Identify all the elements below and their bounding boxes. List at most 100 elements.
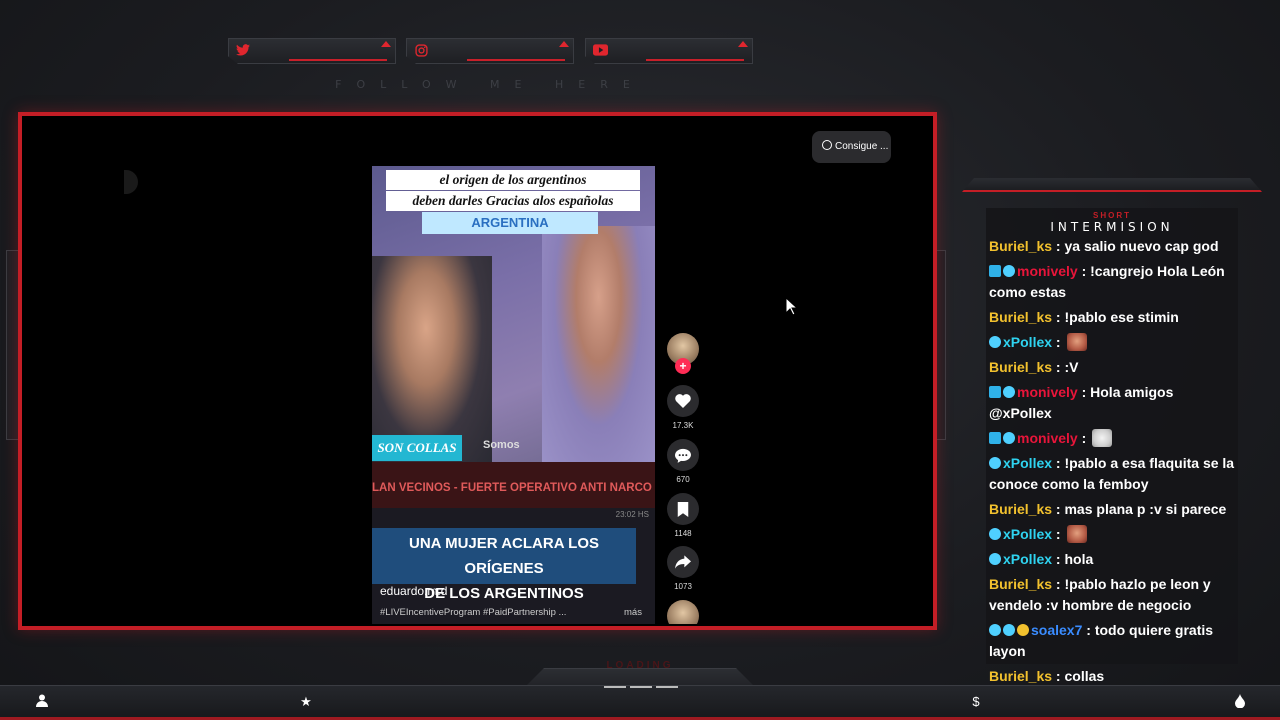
chat-username[interactable]: xPollex xyxy=(1003,551,1052,567)
follow-plus-icon[interactable]: + xyxy=(675,358,691,374)
instagram-icon xyxy=(413,44,429,58)
triangle-icon xyxy=(381,41,391,47)
chat-text: : xyxy=(1077,430,1087,446)
news-ticker-text: LAN VECINOS - FUERTE OPERATIVO ANTI NARC… xyxy=(372,482,655,494)
badge-gem-icon xyxy=(1003,432,1015,444)
chat-username[interactable]: Buriel_ks xyxy=(989,501,1052,517)
bookmark-icon xyxy=(667,493,699,525)
chat-subtitle: SHORT xyxy=(1093,211,1131,220)
chat-username[interactable]: xPollex xyxy=(1003,334,1052,350)
chat-text: : mas plana p :v si parece xyxy=(1052,501,1227,517)
video-hashtags[interactable]: #LIVEIncentiveProgram #PaidPartnership .… xyxy=(380,607,566,618)
chat-message: xPollex : hola xyxy=(989,549,1239,570)
video-person-right xyxy=(542,226,655,462)
follow-label: FOLLOW ME HERE xyxy=(335,78,645,91)
instagram-link[interactable] xyxy=(406,38,574,64)
chat-message: Buriel_ks : ya salio nuevo cap god xyxy=(989,236,1239,257)
twitter-icon xyxy=(235,44,251,58)
youtube-link[interactable] xyxy=(585,38,753,64)
badge-gem-icon xyxy=(989,553,1001,565)
chat-message: Buriel_ks : !pablo hazlo pe leon y vende… xyxy=(989,574,1239,616)
chat-username[interactable]: monively xyxy=(1017,430,1078,446)
triangle-icon xyxy=(738,41,748,47)
chat-message: Buriel_ks : !pablo ese stimin xyxy=(989,307,1239,328)
bottom-dash xyxy=(656,686,678,688)
get-app-label: Consigue ... xyxy=(835,141,889,152)
save-count: 1148 xyxy=(674,529,692,538)
more-link[interactable]: más xyxy=(624,607,642,618)
youtube-icon xyxy=(592,44,608,58)
face-emote xyxy=(1066,333,1087,351)
chat-panel: SHORT INTERMISION Buriel_ks : ya salio n… xyxy=(986,208,1238,684)
chat-message: xPollex : xyxy=(989,524,1239,545)
mouse-cursor-icon xyxy=(786,298,798,316)
chat-message: xPollex : xyxy=(989,332,1239,353)
get-app-icon xyxy=(822,140,832,150)
tiktok-video[interactable]: el origen de los argentinos deben darles… xyxy=(372,166,655,624)
chat-username[interactable]: xPollex xyxy=(1003,455,1052,471)
chat-username[interactable]: Buriel_ks xyxy=(989,576,1052,592)
chat-message-list: Buriel_ks : ya salio nuevo cap god monive… xyxy=(989,236,1239,691)
video-headline: UNA MUJER ACLARA LOS ORÍGENES DE LOS ARG… xyxy=(372,528,636,602)
chat-username[interactable]: monively xyxy=(1017,263,1078,279)
creator-avatar-button[interactable]: + xyxy=(664,333,702,374)
video-caption-line1: el origen de los argentinos xyxy=(386,170,640,190)
chat-username[interactable]: soalex7 xyxy=(1031,622,1082,638)
star-icon[interactable]: ★ xyxy=(298,694,314,710)
user-icon[interactable] xyxy=(34,694,50,710)
badge-gem-icon xyxy=(989,528,1001,540)
like-button[interactable]: 17.3K xyxy=(664,385,702,430)
share-count: 1073 xyxy=(674,582,692,591)
badge-arrow-icon xyxy=(989,265,1001,277)
video-headline-line1: UNA MUJER ACLARA LOS ORÍGENES xyxy=(409,535,599,577)
badge-arrow-icon xyxy=(989,432,1001,444)
twitter-link[interactable] xyxy=(228,38,396,64)
chat-message: Buriel_ks : :V xyxy=(989,357,1239,378)
bottom-dash xyxy=(604,686,626,688)
badge-gem-icon xyxy=(1003,386,1015,398)
chat-text: : :V xyxy=(1052,359,1079,375)
like-count: 17.3K xyxy=(672,421,694,430)
chat-username[interactable]: Buriel_ks xyxy=(989,309,1052,325)
chat-text: : collas xyxy=(1052,668,1105,684)
get-app-button[interactable]: Consigue ... xyxy=(812,131,891,163)
badge-gem-icon xyxy=(989,336,1001,348)
chat-text: : ya salio nuevo cap god xyxy=(1052,238,1219,254)
chat-message: soalex7 : todo quiere gratis layon xyxy=(989,620,1239,662)
chat-text: : hola xyxy=(1052,551,1094,567)
heart-icon xyxy=(667,385,699,417)
chat-message: xPollex : !pablo a esa flaquita se la co… xyxy=(989,453,1239,495)
chat-header-ornament xyxy=(962,178,1262,192)
dollar-icon[interactable]: $ xyxy=(968,694,984,710)
chat-message: monively : xyxy=(989,428,1239,449)
video-author[interactable]: eduardo.m.d xyxy=(380,584,447,598)
flame-icon[interactable] xyxy=(1232,694,1248,710)
comment-button[interactable]: 670 xyxy=(664,439,702,484)
share-button[interactable]: 1073 xyxy=(664,546,702,591)
next-avatar[interactable] xyxy=(664,600,702,624)
chat-username[interactable]: Buriel_ks xyxy=(989,238,1052,254)
chat-title: INTERMISION xyxy=(1050,220,1174,234)
bottom-bar xyxy=(0,685,1280,720)
chat-username[interactable]: monively xyxy=(1017,384,1078,400)
video-person-left xyxy=(372,256,492,462)
triangle-icon xyxy=(559,41,569,47)
son-collas-label: SON COLLAS xyxy=(372,435,462,461)
chat-text: : xyxy=(1052,334,1061,350)
chat-username[interactable]: xPollex xyxy=(1003,526,1052,542)
badge-arrow-icon xyxy=(989,386,1001,398)
chat-username[interactable]: Buriel_ks xyxy=(989,668,1052,684)
chat-username[interactable]: Buriel_ks xyxy=(989,359,1052,375)
cat-emote xyxy=(1092,429,1113,447)
badge-gem-icon xyxy=(989,624,1001,636)
share-icon xyxy=(667,546,699,578)
comment-count: 670 xyxy=(676,475,690,484)
badge-gold-icon xyxy=(1017,624,1029,636)
ticker-time: 23:02 HS xyxy=(615,510,649,519)
badge-gem-icon xyxy=(989,457,1001,469)
chat-message: Buriel_ks : mas plana p :v si parece xyxy=(989,499,1239,520)
argentina-banner: ARGENTINA xyxy=(422,212,598,234)
chat-text: : !pablo ese stimin xyxy=(1052,309,1179,325)
save-button[interactable]: 1148 xyxy=(664,493,702,538)
accent-bar xyxy=(646,59,744,61)
